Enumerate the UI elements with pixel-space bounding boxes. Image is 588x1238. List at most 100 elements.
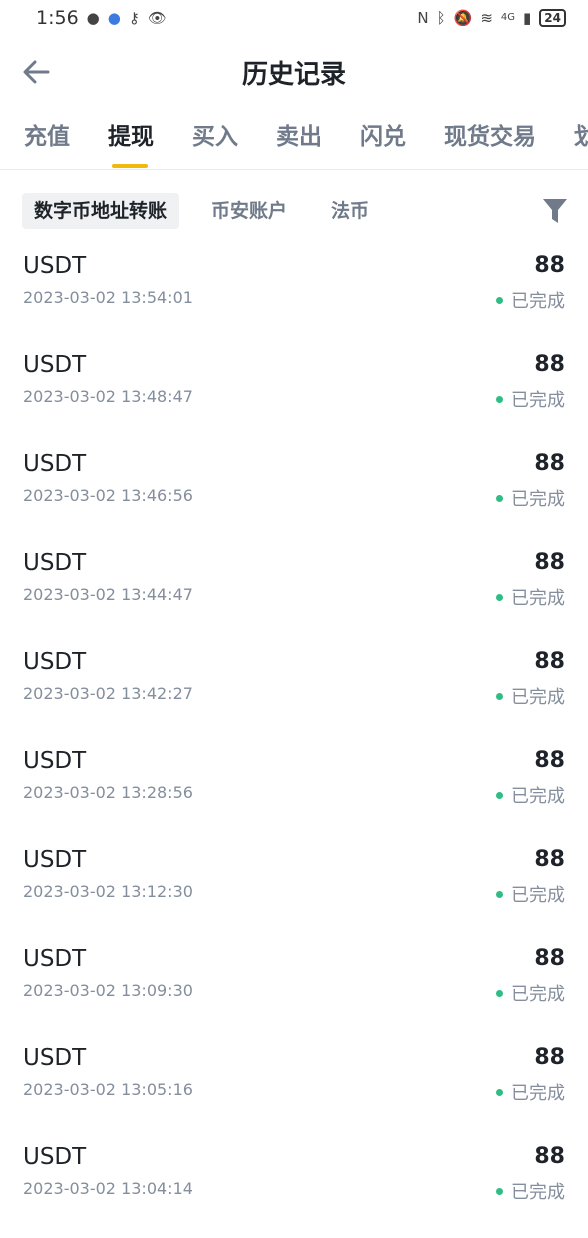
status-dot-icon [496,593,503,601]
browser-icon: ● [107,8,121,27]
list-item[interactable]: USDT 2023-03-02 13:54:01 88 已完成 [0,248,588,347]
list-item[interactable]: USDT 2023-03-02 13:42:27 88 已完成 [0,644,588,743]
status-bar: 1:56 ● ● ⚷ 👁 N ᛒ 🔕 ≋ 4G ▮ 24 [0,0,588,36]
status-dot-icon [496,395,503,403]
network-label: 4G [500,12,516,23]
nfc-icon: N [417,8,429,27]
list-item[interactable]: USDT 2023-03-02 13:05:16 88 已完成 [0,1040,588,1139]
record-time: 2023-03-02 13:46:56 [23,486,193,505]
status-dot-icon [496,296,503,304]
tab-transfer[interactable]: 划 [536,112,588,169]
record-amount: 88 [534,550,565,575]
list-item[interactable]: USDT 2023-03-02 13:48:47 88 已完成 [0,347,588,446]
status-text: 已完成 [511,786,565,807]
coin-name: USDT [23,649,87,675]
active-tab-indicator [112,164,148,168]
header: 历史记录 [0,44,588,100]
status-badge: 已完成 [496,584,565,610]
coin-name: USDT [23,1045,87,1071]
status-dot-icon [496,989,503,997]
status-badge: 已完成 [496,683,565,709]
status-text: 已完成 [511,1182,565,1203]
coin-name: USDT [23,847,87,873]
mute-icon: 🔕 [453,8,473,27]
tab-convert[interactable]: 闪兑 [322,112,406,169]
record-amount: 88 [534,352,565,377]
status-text: 已完成 [511,390,565,411]
subtab-binance-account[interactable]: 币安账户 [199,193,299,229]
record-amount: 88 [534,946,565,971]
subtab-fiat[interactable]: 法币 [319,193,381,229]
record-list: USDT 2023-03-02 13:54:01 88 已完成 USDT 202… [0,248,588,1238]
record-amount: 88 [534,1144,565,1169]
key-icon: ⚷ [128,8,140,27]
list-item[interactable]: USDT 2023-03-02 13:28:56 88 已完成 [0,743,588,842]
record-amount: 88 [534,451,565,476]
record-amount: 88 [534,649,565,674]
wifi-icon: ≋ [480,8,493,27]
record-time: 2023-03-02 13:44:47 [23,585,193,604]
list-item[interactable]: USDT 2023-03-02 13:44:47 88 已完成 [0,545,588,644]
tab-sell[interactable]: 卖出 [238,112,322,169]
status-badge: 已完成 [496,1079,565,1105]
status-badge: 已完成 [496,386,565,412]
tab-buy[interactable]: 买入 [154,112,238,169]
list-item[interactable]: USDT 2023-03-02 13:46:56 88 已完成 [0,446,588,545]
coin-name: USDT [23,1144,87,1170]
status-time: 1:56 [36,7,79,29]
eye-icon: 👁 [147,8,167,27]
status-text: 已完成 [511,984,565,1005]
tab-spot-trade[interactable]: 现货交易 [406,112,536,169]
coin-name: USDT [23,550,87,576]
record-amount: 88 [534,847,565,872]
status-dot-icon [496,494,503,502]
status-dot-icon [496,1088,503,1096]
tab-deposit[interactable]: 充值 [0,112,70,169]
status-text: 已完成 [511,687,565,708]
record-amount: 88 [534,1045,565,1070]
subtab-crypto-address[interactable]: 数字币地址转账 [22,193,180,229]
status-dot-icon [496,692,503,700]
record-time: 2023-03-02 13:04:14 [23,1179,193,1198]
list-item[interactable]: USDT 2023-03-02 13:09:30 88 已完成 [0,941,588,1040]
tab-withdraw[interactable]: 提现 [70,112,154,169]
record-time: 2023-03-02 13:28:56 [23,783,193,802]
coin-name: USDT [23,352,87,378]
status-text: 已完成 [511,489,565,510]
record-time: 2023-03-02 13:09:30 [23,981,193,1000]
status-text: 已完成 [511,1083,565,1104]
list-item[interactable]: USDT 2023-03-02 13:04:14 88 已完成 [0,1139,588,1238]
status-badge: 已完成 [496,881,565,907]
battery-icon: 24 [539,9,566,27]
wechat-icon: ● [86,8,100,27]
coin-name: USDT [23,748,87,774]
status-text: 已完成 [511,885,565,906]
page-title: 历史记录 [241,60,346,90]
record-time: 2023-03-02 13:48:47 [23,387,193,406]
status-badge: 已完成 [496,782,565,808]
record-time: 2023-03-02 13:05:16 [23,1080,193,1099]
status-badge: 已完成 [496,485,565,511]
record-time: 2023-03-02 13:42:27 [23,684,193,703]
record-time: 2023-03-02 13:54:01 [23,288,193,307]
record-time: 2023-03-02 13:12:30 [23,882,193,901]
record-amount: 88 [534,253,565,278]
status-dot-icon [496,1187,503,1195]
bluetooth-icon: ᛒ [436,8,446,27]
record-amount: 88 [534,748,565,773]
status-badge: 已完成 [496,980,565,1006]
status-dot-icon [496,890,503,898]
coin-name: USDT [23,451,87,477]
coin-name: USDT [23,946,87,972]
subtab-bar: 数字币地址转账 币安账户 法币 [22,193,568,229]
status-text: 已完成 [511,588,565,609]
list-item[interactable]: USDT 2023-03-02 13:12:30 88 已完成 [0,842,588,941]
status-text: 已完成 [511,291,565,312]
coin-name: USDT [23,253,87,279]
tab-bar: 充值 提现 买入 卖出 闪兑 现货交易 划 [0,112,588,170]
signal-icon: ▮ [523,8,532,27]
status-badge: 已完成 [496,1178,565,1204]
status-badge: 已完成 [496,287,565,313]
status-dot-icon [496,791,503,799]
filter-icon[interactable] [542,197,568,225]
